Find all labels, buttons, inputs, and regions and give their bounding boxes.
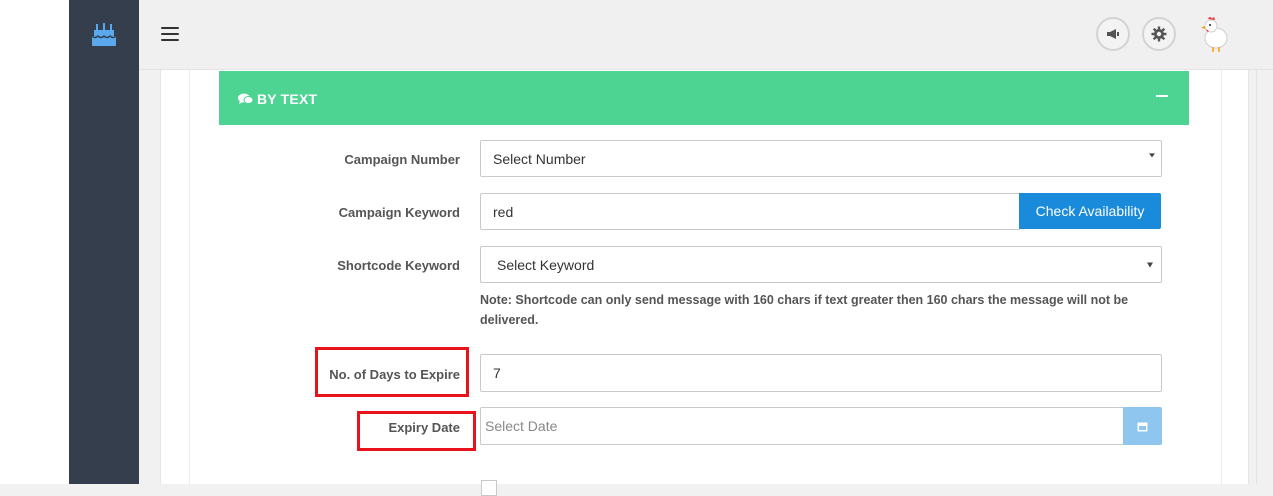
campaign-number-label: Campaign Number (344, 152, 460, 167)
top-bar (139, 0, 1273, 70)
days-to-expire-label: No. of Days to Expire (329, 367, 460, 382)
campaign-keyword-input[interactable]: red (480, 193, 1020, 230)
campaign-number-select[interactable]: Select Number (480, 140, 1162, 177)
shortcode-keyword-label: Shortcode Keyword (337, 258, 460, 273)
cake-icon[interactable] (90, 20, 118, 48)
comments-icon (238, 93, 253, 105)
shortcode-note: Note: Shortcode can only send message wi… (480, 293, 1129, 327)
chevron-down-icon (1147, 262, 1153, 267)
panel-header: BY TEXT (219, 71, 1189, 125)
days-to-expire-input[interactable]: 7 (480, 354, 1162, 392)
left-gutter (0, 0, 69, 484)
campaign-keyword-value: red (493, 203, 514, 220)
campaign-number-value: Select Number (493, 150, 586, 167)
shortcode-keyword-select[interactable]: Select Keyword (480, 246, 1162, 283)
expiry-date-input[interactable]: Select Date (480, 407, 1124, 445)
expiry-date-label: Expiry Date (388, 420, 460, 435)
days-to-expire-value: 7 (493, 365, 501, 381)
hamburger-icon[interactable] (161, 27, 179, 41)
calendar-icon[interactable] (1123, 407, 1162, 445)
shortcode-keyword-value: Select Keyword (497, 256, 595, 273)
chicken-avatar[interactable] (1197, 14, 1233, 54)
panel-title: BY TEXT (238, 91, 317, 107)
scrollbar[interactable] (1256, 70, 1273, 484)
checkbox[interactable] (481, 480, 497, 496)
gear-icon[interactable] (1142, 17, 1176, 51)
minus-icon[interactable] (1156, 84, 1170, 108)
expiry-date-placeholder: Select Date (485, 418, 558, 434)
check-availability-button[interactable]: Check Availability (1019, 193, 1161, 229)
campaign-keyword-label: Campaign Keyword (338, 205, 460, 220)
chevron-down-icon (1149, 152, 1155, 157)
panel-title-text: BY TEXT (257, 91, 318, 107)
megaphone-icon[interactable] (1096, 17, 1130, 51)
sidebar (69, 0, 139, 484)
